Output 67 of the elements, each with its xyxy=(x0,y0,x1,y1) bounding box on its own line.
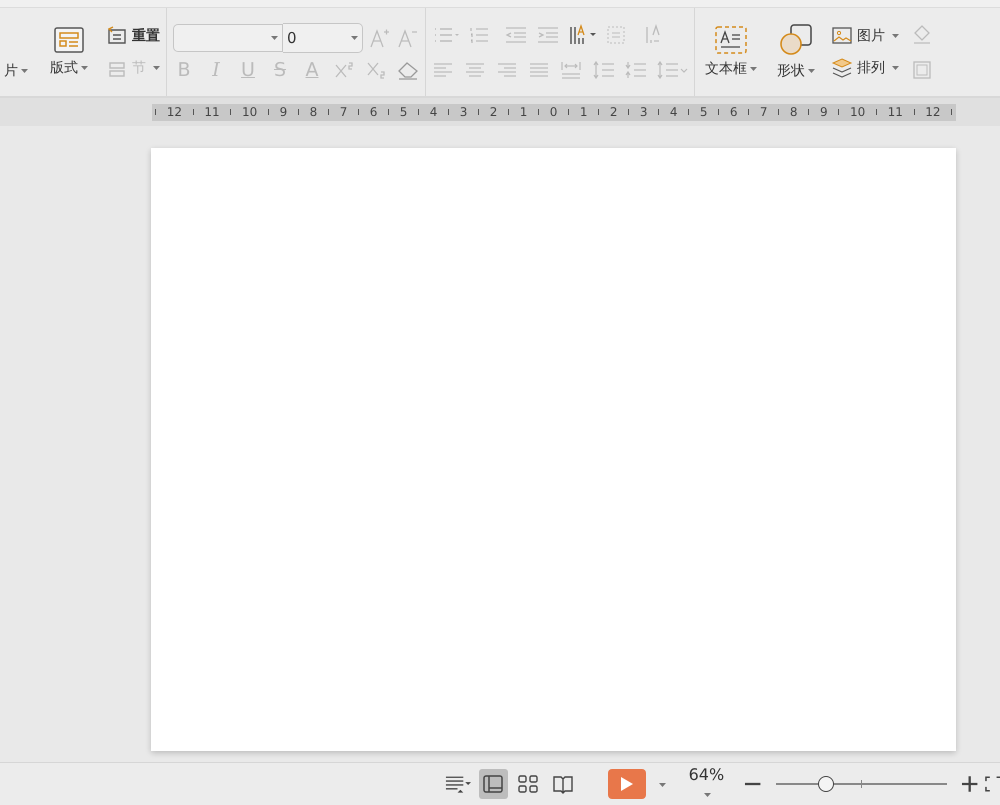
caret-icon xyxy=(704,792,712,797)
caret-icon xyxy=(808,69,815,73)
text-box-button[interactable]: 文本框 xyxy=(701,22,761,82)
slide-button[interactable]: 片 xyxy=(0,58,32,84)
caret-icon xyxy=(659,783,666,788)
ruler-label: 2 xyxy=(610,105,618,119)
increase-indent-icon[interactable] xyxy=(536,25,560,45)
ruler-label: 3 xyxy=(640,105,648,119)
ruler-label: 5 xyxy=(700,105,708,119)
caret-icon xyxy=(351,36,358,40)
fit-window-icon[interactable] xyxy=(984,775,1000,793)
caret-icon xyxy=(153,66,160,70)
ruler-label: 10 xyxy=(850,105,866,119)
ruler-label: 8 xyxy=(310,105,318,119)
shapes-icon xyxy=(779,24,813,56)
ruler-label: 1 xyxy=(520,105,528,119)
ruler-label: 6 xyxy=(730,105,738,119)
ruler-label: 6 xyxy=(370,105,378,119)
caret-icon xyxy=(750,67,757,71)
ruler-label: 12 xyxy=(925,105,941,119)
ruler-label: 11 xyxy=(204,105,220,119)
text-columns-icon[interactable] xyxy=(568,24,598,46)
decrease-indent-icon[interactable] xyxy=(504,25,528,45)
layout-button[interactable]: 版式 xyxy=(46,23,92,81)
font-size-field[interactable]: 0 xyxy=(283,23,363,53)
zoom-in-icon[interactable] xyxy=(961,775,979,793)
ruler-label: 11 xyxy=(888,105,903,119)
picture-button[interactable]: 图片 xyxy=(831,26,899,46)
caret-icon xyxy=(81,66,88,70)
ruler-label: 10 xyxy=(242,105,258,119)
ruler-label: 0 xyxy=(550,105,558,119)
ruler-label: 4 xyxy=(670,105,678,119)
paragraph-spacing-icon[interactable] xyxy=(624,60,648,80)
ruler-label: 7 xyxy=(760,105,768,119)
shape-button[interactable]: 形状 xyxy=(773,20,819,84)
text-box-icon xyxy=(715,26,747,54)
ruler-label: 1 xyxy=(580,105,588,119)
reset-button[interactable]: 重置 xyxy=(106,26,160,46)
layers-icon xyxy=(831,58,853,78)
ruler-label: 9 xyxy=(280,105,288,119)
ruler-label: 3 xyxy=(460,105,468,119)
zoom-percent-dropdown[interactable]: 64% xyxy=(684,765,728,803)
line-spacing-icon[interactable] xyxy=(592,60,616,80)
spacing-options-icon[interactable] xyxy=(656,60,688,80)
arrange-button[interactable]: 排列 xyxy=(831,58,899,78)
zoom-slider-thumb[interactable] xyxy=(818,776,834,792)
ruler-label: 2 xyxy=(490,105,498,119)
ruler-label: 8 xyxy=(790,105,798,119)
ruler-label: 4 xyxy=(430,105,438,119)
ruler-label: 9 xyxy=(820,105,828,119)
play-icon xyxy=(620,776,634,792)
caret-icon xyxy=(271,36,278,40)
normal-view-button[interactable] xyxy=(478,769,508,799)
layout-icon xyxy=(54,27,84,53)
reset-slide-icon xyxy=(106,26,128,46)
outline-icon[interactable] xyxy=(911,59,933,81)
caret-icon xyxy=(892,66,899,70)
font-name-field[interactable] xyxy=(173,24,283,52)
shrink-font-icon[interactable] xyxy=(397,27,419,49)
grow-font-icon[interactable] xyxy=(369,27,391,49)
picture-icon xyxy=(831,26,853,46)
ruler-label: 7 xyxy=(340,105,348,119)
ruler-label: 12 xyxy=(166,105,182,119)
caret-icon xyxy=(892,34,899,38)
play-slideshow-button[interactable] xyxy=(608,769,646,799)
caret-icon xyxy=(21,69,28,73)
ruler-label: 5 xyxy=(400,105,408,119)
